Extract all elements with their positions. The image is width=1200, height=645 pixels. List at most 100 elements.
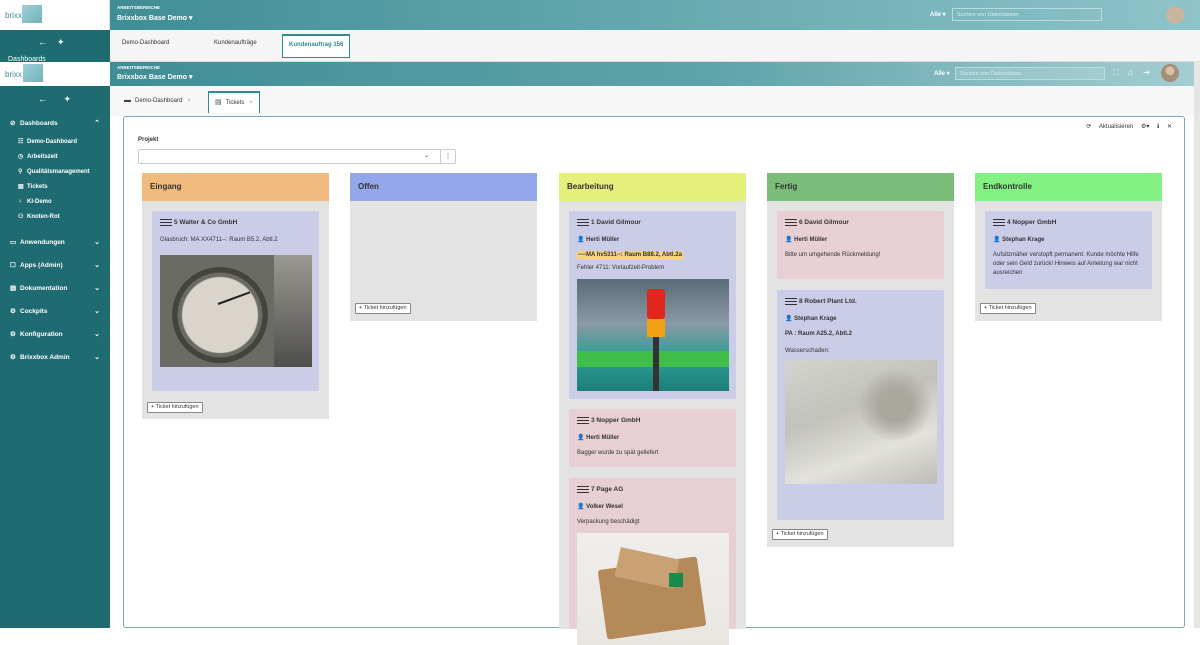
sidebar-item-dokumentation[interactable]: ▤ Dokumentation ⌄	[0, 277, 110, 300]
chevron-down-icon: ⌄	[94, 331, 100, 338]
drag-handle-icon[interactable]	[160, 217, 172, 228]
user-icon: 👤	[577, 503, 585, 510]
ticket-person: Herti Müller	[586, 236, 620, 243]
column-header: Endkontrolle	[975, 173, 1162, 201]
chevron-down-icon: ⌄	[94, 285, 100, 292]
sidebar-item-anwendungen[interactable]: ▭ Anwendungen ⌄	[0, 231, 110, 254]
sidebar-item-label: Apps (Admin)	[20, 262, 63, 269]
ticket-title: 1 David Gilmour	[591, 218, 641, 226]
water-damage-wall-image	[785, 359, 937, 484]
sidebar-sub-label: Knoten-Rot	[27, 214, 60, 220]
home-icon[interactable]: ⌂	[1128, 68, 1133, 77]
search-scope-dropdown[interactable]: Alle ▾	[934, 70, 950, 77]
ticket-title: 3 Nopper GmbH	[591, 416, 641, 424]
logo[interactable]: brixx	[0, 62, 110, 86]
thumbs-up-icon: ⚲	[18, 169, 23, 175]
kanban-panel: ⟳ Aktualisieren ⚙▾ ℹ ✕ Projekt ⌄ ⋮ Einga…	[123, 116, 1185, 645]
ghost-topbar: ARBEITSBEREICHE Brixxbox Base Demo ▾ All…	[110, 0, 1200, 30]
ticket-card[interactable]: 1 David Gilmour 👤 Herti Müller ----MA hv…	[569, 211, 736, 399]
sidebar-tools: ← ✦	[38, 94, 85, 105]
sidebar-item-konfiguration[interactable]: ⚙ Konfiguration ⌄	[0, 323, 110, 346]
ticket-text: Glasbruch: MA XX4711--: Raum B5.2, Abtl.…	[160, 236, 278, 243]
column-eingang: Eingang 5 Walter & Co GmbH Glasbruch: MA…	[142, 173, 329, 419]
table-icon: ☷	[18, 139, 24, 145]
workspace-selector[interactable]: Brixxbox Base Demo ▾	[117, 73, 193, 81]
sidebar-sub-arbeitszeit[interactable]: ◷ Arbeitszeit	[0, 150, 110, 165]
refresh-button[interactable]: ⟳ Aktualisieren	[1086, 124, 1133, 130]
column-header: Fertig	[767, 173, 954, 201]
ticket-text: Wasserschaden:	[785, 347, 830, 354]
settings-icon[interactable]: ⚙▾	[1141, 124, 1149, 130]
sidebar-sub-ki-demo[interactable]: ♀ KI-Demo	[0, 195, 110, 210]
search-input[interactable]: Suchen von Datensätzen	[955, 67, 1105, 80]
sidebar-item-apps-admin[interactable]: ☐ Apps (Admin) ⌄	[0, 254, 110, 277]
info-icon[interactable]: ℹ	[1157, 124, 1159, 130]
chevron-down-icon: ⌄	[94, 354, 100, 361]
ticket-card[interactable]: 3 Nopper GmbH 👤 Herti Müller Bagger wurd…	[569, 409, 736, 467]
ticket-card[interactable]: 7 Page AG 👤 Volker Wesel Verpackung besc…	[569, 478, 736, 645]
ghost-tab-1: Demo-Dashboard	[122, 40, 170, 46]
more-options-icon[interactable]: ⋮	[440, 150, 455, 163]
scrollbar[interactable]	[1194, 62, 1200, 628]
machine-warning-lamp-image	[577, 278, 729, 391]
project-select[interactable]: ⌄ ⋮	[138, 149, 456, 164]
close-icon[interactable]: ✕	[1167, 124, 1172, 130]
sidebar-sub-knoten-rot[interactable]: ⚇ Knoten-Rot	[0, 210, 110, 225]
ticket-card[interactable]: 8 Robert Plant Ltd. 👤 Stephan Krage PA :…	[777, 290, 944, 520]
sidebar-sub-qualitaetsmanagement[interactable]: ⚲ Qualitätsmanagement	[0, 165, 110, 180]
drag-handle-icon[interactable]	[785, 217, 797, 228]
sidebar-item-dashboards[interactable]: ⊘ Dashboards ⌃	[0, 112, 110, 135]
drag-handle-icon[interactable]	[993, 217, 1005, 228]
ticket-card[interactable]: 4 Nopper GmbH 👤 Stephan Krage Aufsitzmäh…	[985, 211, 1152, 289]
sidebar-item-label: Dashboards	[20, 120, 58, 127]
column-bearbeitung: Bearbeitung 1 David Gilmour 👤 Herti Müll…	[559, 173, 746, 645]
document-icon: ▤	[10, 285, 17, 292]
sidebar-sub-tickets[interactable]: ▤ Tickets	[0, 180, 110, 195]
ticket-person: Herti Müller	[586, 434, 620, 441]
avatar[interactable]	[1161, 64, 1179, 82]
window-icon: ▭	[10, 239, 17, 246]
ticket-highlight: ----MA hv5311--: Raum B88.2, Abtl.2a	[577, 250, 683, 260]
user-icon: 👤	[993, 236, 1001, 243]
drag-handle-icon[interactable]	[577, 484, 589, 495]
tab-demo-dashboard[interactable]: ▬ Demo-Dashboard ×	[118, 91, 197, 113]
close-icon[interactable]: ×	[187, 98, 191, 104]
workspace-label: ARBEITSBEREICHE	[117, 65, 161, 70]
logout-icon[interactable]: ⇥	[1143, 68, 1150, 77]
sidebar-item-brixxbox-admin[interactable]: ⚙ Brixxbox Admin ⌄	[0, 346, 110, 369]
add-ticket-button[interactable]: + Ticket hinzufügen	[355, 303, 411, 314]
pin-icon[interactable]: ✦	[64, 94, 72, 104]
tab-tickets[interactable]: ▤ Tickets ×	[208, 91, 260, 113]
drag-handle-icon[interactable]	[785, 296, 797, 307]
sitemap-icon: ⚇	[18, 214, 24, 220]
add-ticket-button[interactable]: + Ticket hinzufügen	[980, 303, 1036, 314]
ghost-avatar	[1166, 6, 1184, 24]
ticket-title: 6 David Gilmour	[799, 218, 849, 226]
drag-handle-icon[interactable]	[577, 415, 589, 426]
refresh-label: Aktualisieren	[1098, 124, 1134, 130]
drag-handle-icon[interactable]	[577, 217, 589, 228]
ticket-card[interactable]: 5 Walter & Co GmbH Glasbruch: MA XX4711-…	[152, 211, 319, 391]
chevron-down-icon: ⌄	[94, 308, 100, 315]
ghost-workspace-name: Brixxbox Base Demo ▾	[117, 15, 193, 22]
fullscreen-icon[interactable]: ⛶	[1113, 68, 1119, 78]
ticket-card[interactable]: 6 David Gilmour 👤 Herti Müller Bitte um …	[777, 211, 944, 279]
sidebar-item-label: Dokumentation	[20, 285, 68, 292]
square-icon: ☐	[10, 262, 16, 269]
ghost-tab-3: Kundenauftrag 156	[282, 34, 351, 58]
add-ticket-button[interactable]: + Ticket hinzufügen	[772, 529, 828, 540]
column-header: Eingang	[142, 173, 329, 201]
column-fertig: Fertig 6 David Gilmour 👤 Herti Müller Bi…	[767, 173, 954, 547]
ticket-text: Verpackung beschädigt	[577, 518, 640, 525]
user-icon: 👤	[577, 236, 585, 243]
ghost-workspace-label: ARBEITSBEREICHE	[117, 5, 161, 10]
user-icon: 👤	[785, 315, 793, 322]
sidebar-item-cockpits[interactable]: ⚙ Cockpits ⌄	[0, 300, 110, 323]
add-ticket-button[interactable]: + Ticket hinzufügen	[147, 402, 203, 413]
sidebar: brixx ← ✦ ⊘ Dashboards ⌃ ☷ Demo-Dashboard …	[0, 62, 110, 628]
ticket-text: Aufsitzmäher verstopft permanent. Kunde …	[993, 251, 1139, 276]
ticket-icon: ▤	[18, 184, 24, 190]
collapse-arrow-icon[interactable]: ←	[38, 94, 47, 104]
sidebar-sub-demo-dashboard[interactable]: ☷ Demo-Dashboard	[0, 135, 110, 150]
close-icon[interactable]: ×	[249, 100, 253, 106]
